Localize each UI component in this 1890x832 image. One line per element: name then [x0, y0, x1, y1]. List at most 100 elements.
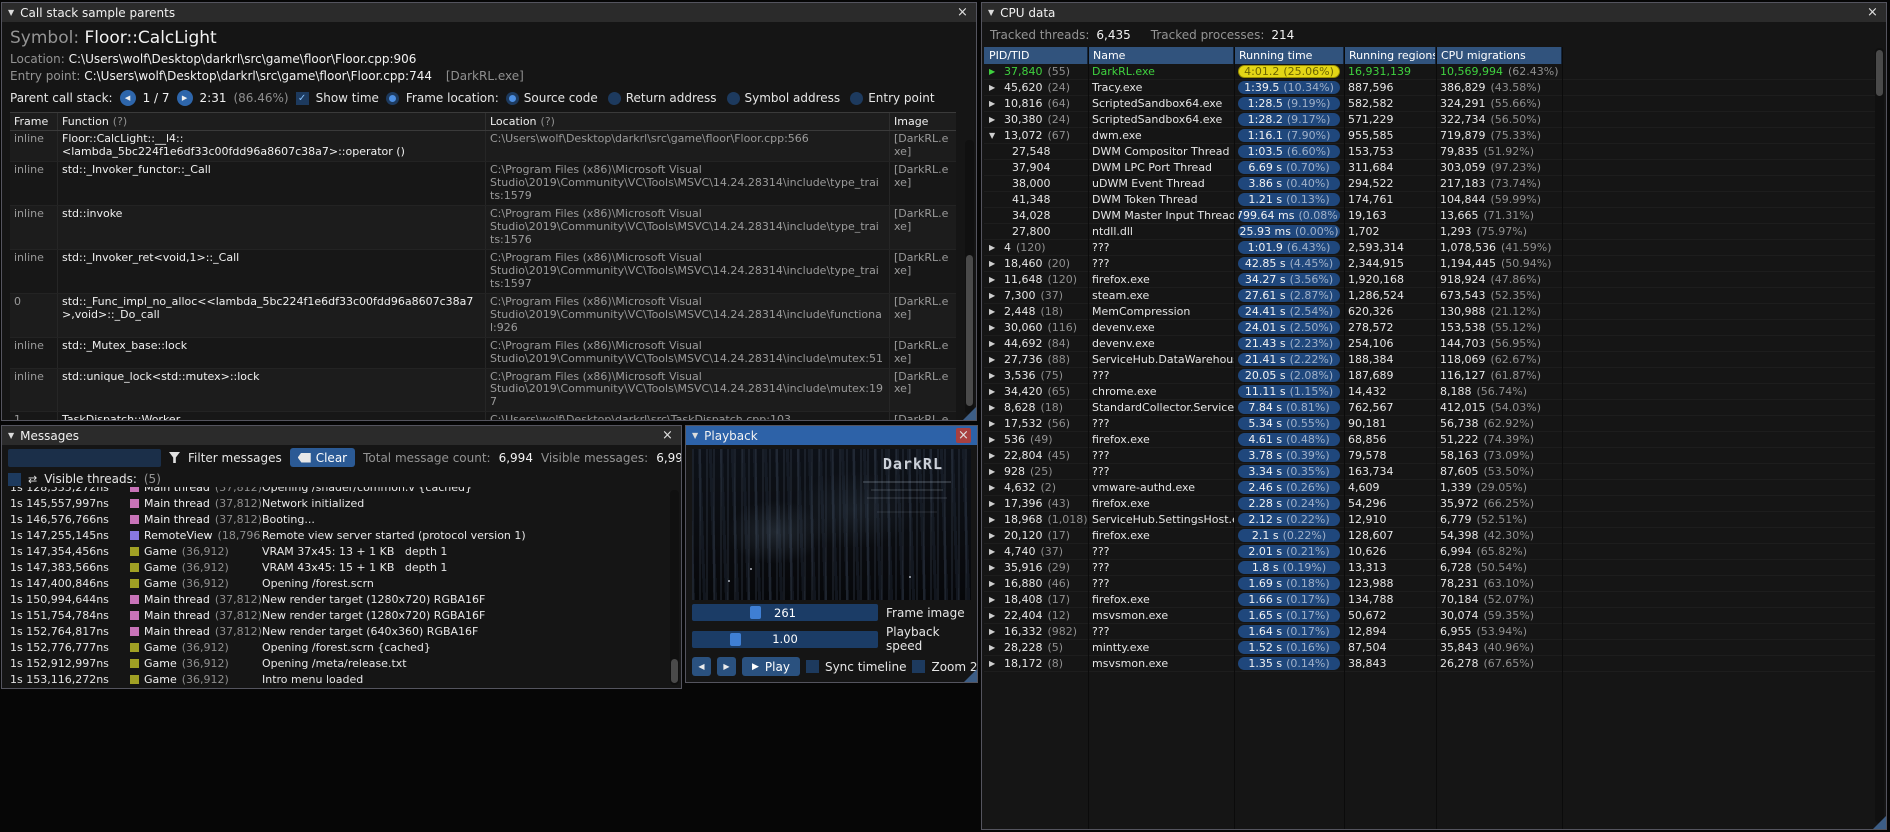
cpu-thread-row[interactable]: 27,800 ntdll.dll 25.93 ms (0.00%) 1,702 1,293… [984, 224, 1884, 240]
callstack-scrollbar[interactable] [965, 140, 974, 414]
cpu-thread-row[interactable]: ▶ 18,172 (8) msvsmon.exe 1.35 s (0.14%) 38,843… [984, 656, 1884, 672]
cpu-thread-row[interactable]: ▶ 928 (25)??? 3.34 s (0.35%) 163,734 87,605 (53… [984, 464, 1884, 480]
message-row[interactable]: 1s 152,776,777ns Game (36,912) Opening /for… [10, 639, 681, 655]
previous-frame-button[interactable]: ◀ [692, 657, 711, 676]
tree-expand-icon[interactable]: ▶ [989, 547, 1004, 556]
column-header-function[interactable]: Function (?) [58, 113, 486, 130]
help-marker[interactable]: (?) [541, 115, 555, 128]
cpu-thread-row[interactable]: ▶ 16,880 (46)??? 1.69 s (0.18%) 123,988 78,231… [984, 576, 1884, 592]
tree-expand-icon[interactable]: ▶ [989, 499, 1004, 508]
cpu-thread-row[interactable]: ▶ 20,120 (17) firefox.exe 2.1 s (0.22%) 128,60… [984, 528, 1884, 544]
cpu-thread-row[interactable]: ▶ 18,968 (1,018) ServiceHub.SettingsHost.ex… [984, 512, 1884, 528]
cpu-thread-row[interactable]: ▶ 10,816 (64) ScriptedSandbox64.exe 1:28.5 (9… [984, 96, 1884, 112]
column-divider[interactable] [1436, 47, 1437, 829]
column-header-running-time[interactable]: Running time [1234, 47, 1344, 64]
collapse-arrow-icon[interactable]: ▼ [8, 8, 14, 17]
tree-expand-icon[interactable]: ▶ [989, 435, 1004, 444]
cpu-thread-row[interactable]: ▶ 45,620 (24) Tracy.exe 1:39.5 (10.34%) 887,59… [984, 80, 1884, 96]
cpu-thread-row[interactable]: ▶ 4,632 (2) vmware-authd.exe 2.46 s (0.26%) 4,… [984, 480, 1884, 496]
cpu-thread-row[interactable]: ▶ 17,532 (56)??? 5.34 s (0.55%) 90,181 56,738 (… [984, 416, 1884, 432]
column-header-frame[interactable]: Frame [10, 113, 58, 130]
tree-expand-icon[interactable]: ▶ [989, 627, 1004, 636]
tree-expand-icon[interactable]: ▶ [989, 99, 1004, 108]
cpu-thread-row[interactable]: ▶ 3,536 (75)??? 20.05 s (2.08%) 187,689 116,12… [984, 368, 1884, 384]
cpu-thread-row[interactable]: ▶ 34,420 (65) chrome.exe 11.11 s (1.15%) 14,43… [984, 384, 1884, 400]
callstack-frame-row[interactable]: inline std::_Invoker_ret<void,1>::_Call C:… [10, 249, 956, 294]
tree-expand-icon[interactable]: ▶ [989, 611, 1004, 620]
cpu-thread-row[interactable]: ▶ 44,692 (84) devenv.exe 21.43 s (2.23%) 254,1… [984, 336, 1884, 352]
cpu-thread-row[interactable]: ▶ 8,628 (18) StandardCollector.Service.e 7.8… [984, 400, 1884, 416]
tree-expand-icon[interactable]: ▶ [989, 307, 1004, 316]
tree-expand-icon[interactable]: ▶ [989, 339, 1004, 348]
tree-expand-icon[interactable]: ▶ [989, 83, 1004, 92]
column-header-location[interactable]: Location (?) [486, 113, 890, 130]
cpu-thread-row[interactable]: ▶ 37,840 (55) DarkRL.exe 4:01.2 (25.06%) 16,93… [984, 64, 1884, 80]
message-row[interactable]: 1s 146,576,766ns Main thread (37,812) Booti… [10, 511, 681, 527]
callstack-frame-row[interactable]: inline std::_Invoker_functor::_Call C:\Pro… [10, 161, 956, 206]
tree-expand-icon[interactable]: ▶ [989, 403, 1004, 412]
resize-grip[interactable] [963, 407, 976, 420]
tree-expand-icon[interactable]: ▶ [989, 419, 1004, 428]
callstack-titlebar[interactable]: ▼ Call stack sample parents × [2, 3, 976, 22]
close-icon[interactable]: × [1865, 5, 1880, 20]
message-row[interactable]: 1s 153,116,272ns Game (36,912) Intro menu l… [10, 671, 681, 687]
tree-expand-icon[interactable]: ▶ [989, 467, 1004, 476]
playback-speed-slider[interactable]: 1.00 [692, 630, 878, 648]
tree-expanded-icon[interactable]: ▼ [989, 131, 1004, 140]
message-row[interactable]: 1s 152,764,817ns Main thread (37,812) New r… [10, 623, 681, 639]
message-row[interactable]: 1s 147,354,456ns Game (36,912) VRAM 37x45: … [10, 543, 681, 559]
help-marker[interactable]: (?) [113, 115, 127, 128]
cpu-thread-row[interactable]: ▶ 22,804 (45)??? 3.78 s (0.39%) 79,578 58,163 (… [984, 448, 1884, 464]
prev-parent-button[interactable]: ◀ [119, 90, 136, 106]
next-frame-button[interactable]: ▶ [717, 657, 736, 676]
column-divider[interactable] [1562, 47, 1563, 829]
cpu-thread-row[interactable]: ▶ 2,448 (18) MemCompression 24.41 s (2.54%) 62… [984, 304, 1884, 320]
tree-expand-icon[interactable]: ▶ [989, 259, 1004, 268]
cpu-thread-row[interactable]: ▶ 18,460 (20)??? 42.85 s (4.45%) 2,344,915 1,1… [984, 256, 1884, 272]
callstack-frame-row[interactable]: 0 std::_Func_impl_no_alloc<<lambda_5bc224… [10, 293, 956, 338]
column-header-image[interactable]: Image [890, 113, 956, 130]
column-header-running-regions[interactable]: Running regions [1344, 47, 1436, 64]
collapse-arrow-icon[interactable]: ▼ [8, 431, 14, 440]
cpu-titlebar[interactable]: ▼ CPU data × [982, 3, 1886, 22]
column-divider[interactable] [1088, 47, 1089, 829]
resize-grip[interactable] [964, 669, 977, 682]
message-row[interactable]: 1s 147,383,566ns Game (36,912) VRAM 43x45: … [10, 559, 681, 575]
resize-grip[interactable] [1873, 816, 1886, 829]
tree-expand-icon[interactable]: ▶ [989, 355, 1004, 364]
messages-titlebar[interactable]: ▼ Messages × [2, 426, 681, 445]
callstack-frame-row[interactable]: inline std::invoke C:\Program Files (x86)\… [10, 205, 956, 250]
scrollbar-thumb[interactable] [1876, 50, 1883, 96]
message-row[interactable]: 1s 145,557,997ns Main thread (37,812) Netwo… [10, 495, 681, 511]
cpu-thread-row[interactable]: 41,348 DWM Token Thread 1.21 s (0.13%) 174,7… [984, 192, 1884, 208]
messages-scrollbar[interactable] [670, 490, 679, 685]
tree-expand-icon[interactable]: ▶ [989, 643, 1004, 652]
cpu-thread-row[interactable]: ▶ 30,380 (24) ScriptedSandbox64.exe 1:28.2 (9… [984, 112, 1884, 128]
cpu-thread-row[interactable]: ▶ 11,648 (120) firefox.exe 34.27 s (3.56%) 1,9… [984, 272, 1884, 288]
cpu-thread-row[interactable]: ▼ 13,072 (67) dwm.exe 1:16.1 (7.90%) 955,585 71… [984, 128, 1884, 144]
cpu-thread-row[interactable]: ▶ 4 (120)??? 1:01.9 (6.43%) 2,593,314 1,078,53… [984, 240, 1884, 256]
tree-expand-icon[interactable]: ▶ [989, 563, 1004, 572]
cpu-thread-row[interactable]: ▶ 35,916 (29)??? 1.8 s (0.19%) 13,313 6,728 (50… [984, 560, 1884, 576]
tree-expand-icon[interactable]: ▶ [989, 323, 1004, 332]
collapse-arrow-icon[interactable]: ▼ [988, 8, 994, 17]
message-row[interactable]: 1s 152,912,997ns Game (36,912) Opening /met… [10, 655, 681, 671]
radio-entry-point[interactable]: Entry point [850, 91, 935, 105]
tree-expand-icon[interactable]: ▶ [989, 275, 1004, 284]
cpu-thread-row[interactable]: ▶ 18,408 (17) firefox.exe 1.66 s (0.17%) 134,7… [984, 592, 1884, 608]
cpu-thread-row[interactable]: ▶ 22,404 (12) msvsmon.exe 1.65 s (0.17%) 50,67… [984, 608, 1884, 624]
visible-threads-label[interactable]: Visible threads: [44, 472, 137, 486]
tree-expand-icon[interactable]: ▶ [989, 67, 1004, 76]
message-row[interactable]: 1s 150,994,644ns Main thread (37,812) New r… [10, 591, 681, 607]
tree-expand-icon[interactable]: ▶ [989, 387, 1004, 396]
playback-frame-image[interactable]: DarkRL [692, 449, 971, 600]
zoom-2x-checkbox[interactable] [912, 660, 926, 673]
cpu-thread-row[interactable]: ▶ 27,736 (88) ServiceHub.DataWarehouse 21.41… [984, 352, 1884, 368]
tree-expand-icon[interactable]: ▶ [989, 451, 1004, 460]
sync-timeline-checkbox[interactable] [805, 660, 819, 673]
message-row[interactable]: 1s 147,400,846ns Game (36,912) Opening /for… [10, 575, 681, 591]
scrollbar-thumb[interactable] [671, 659, 678, 683]
callstack-frame-row[interactable]: inline std::_Mutex_base::lock C:\Program F… [10, 337, 956, 369]
tree-expand-icon[interactable]: ▶ [989, 579, 1004, 588]
tree-expand-icon[interactable]: ▶ [989, 659, 1004, 668]
